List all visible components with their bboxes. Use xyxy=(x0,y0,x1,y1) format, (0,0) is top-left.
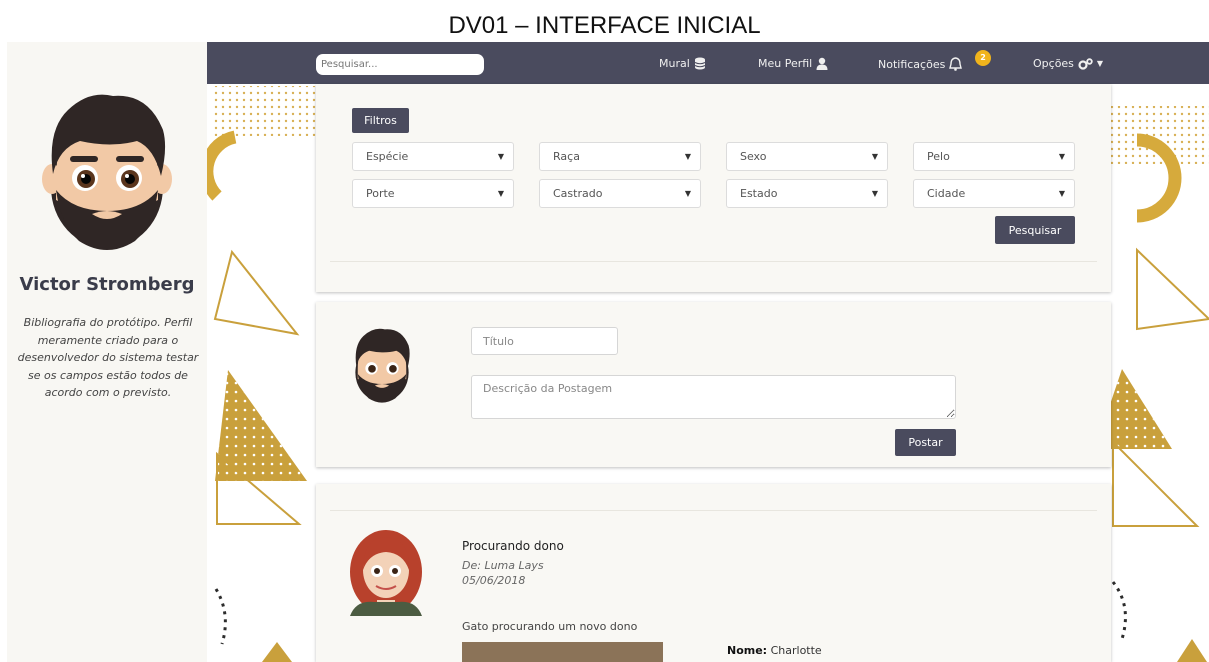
pet-photo[interactable] xyxy=(462,642,663,662)
fur-select-value: Pelo xyxy=(927,150,950,163)
post-button[interactable]: Postar xyxy=(895,429,956,456)
city-select[interactable]: Cidade ▼ xyxy=(913,179,1075,208)
chevron-down-icon: ▼ xyxy=(1058,152,1065,161)
pet-name-line: Nome: Charlotte xyxy=(727,644,822,657)
nav-options-dropdown[interactable]: Opções ▼ xyxy=(1033,57,1103,70)
chevron-down-icon: ▼ xyxy=(871,189,878,198)
breed-select[interactable]: Raça ▼ xyxy=(539,142,701,171)
top-navbar: Mural Meu Perfil Notificações 2 Opções ▼ xyxy=(207,42,1209,84)
post-title: Procurando dono xyxy=(462,539,564,553)
pet-name-value: Charlotte xyxy=(770,644,822,657)
search-input[interactable] xyxy=(316,54,484,75)
species-select[interactable]: Espécie ▼ xyxy=(352,142,514,171)
size-select[interactable]: Porte ▼ xyxy=(352,179,514,208)
chevron-down-icon: ▼ xyxy=(497,189,504,198)
bell-icon xyxy=(949,57,963,71)
nav-my-profile[interactable]: Meu Perfil xyxy=(758,57,828,70)
nav-my-profile-label: Meu Perfil xyxy=(758,57,813,70)
post-author: De: Luma Lays xyxy=(462,559,544,572)
state-select[interactable]: Estado ▼ xyxy=(726,179,888,208)
neutered-select-value: Castrado xyxy=(553,187,603,200)
nav-notifications[interactable]: Notificações xyxy=(878,57,963,71)
new-post-card: Postar xyxy=(316,302,1111,467)
document-title: DV01 – INTERFACE INICIAL xyxy=(448,12,761,39)
divider xyxy=(330,261,1097,262)
size-select-value: Porte xyxy=(366,187,395,200)
neutered-select[interactable]: Castrado ▼ xyxy=(539,179,701,208)
chevron-down-icon: ▼ xyxy=(871,152,878,161)
post-description-textarea[interactable] xyxy=(471,375,956,419)
notification-count-badge: 2 xyxy=(975,50,991,66)
post-date: 05/06/2018 xyxy=(462,574,526,587)
fur-select[interactable]: Pelo ▼ xyxy=(913,142,1075,171)
breed-select-value: Raça xyxy=(553,150,580,163)
filters-button[interactable]: Filtros xyxy=(352,108,409,133)
search-button[interactable]: Pesquisar xyxy=(995,216,1075,244)
post-author-avatar[interactable] xyxy=(346,528,426,616)
city-select-value: Cidade xyxy=(927,187,966,200)
profile-sidebar: Victor Stromberg Bibliografia do protóti… xyxy=(7,42,207,662)
chevron-down-icon: ▼ xyxy=(497,152,504,161)
state-select-value: Estado xyxy=(740,187,778,200)
gears-icon xyxy=(1078,57,1093,70)
profile-avatar[interactable] xyxy=(25,86,189,258)
nav-notifications-label: Notificações xyxy=(878,57,946,71)
post-author-avatar xyxy=(355,328,410,403)
chevron-down-icon: ▼ xyxy=(684,189,691,198)
post-title-input[interactable] xyxy=(471,327,618,355)
user-name: Victor Stromberg xyxy=(19,274,195,295)
sex-select-value: Sexo xyxy=(740,150,767,163)
post-text: Gato procurando um novo dono xyxy=(462,620,638,633)
pet-name-label: Nome: xyxy=(727,644,768,657)
chevron-down-icon: ▼ xyxy=(1058,189,1065,198)
divider xyxy=(330,510,1097,511)
feed-post-card: Procurando dono De: Luma Lays 05/06/2018… xyxy=(316,484,1111,662)
sex-select[interactable]: Sexo ▼ xyxy=(726,142,888,171)
nav-options-label: Opções xyxy=(1033,57,1074,70)
database-icon xyxy=(694,57,706,70)
chevron-down-icon: ▼ xyxy=(1096,59,1104,68)
species-select-value: Espécie xyxy=(366,150,409,163)
user-icon xyxy=(816,57,828,70)
nav-mural[interactable]: Mural xyxy=(659,57,706,70)
user-bio: Bibliografia do protótipo. Perfil merame… xyxy=(17,316,199,399)
filter-card: Filtros Espécie ▼ Raça ▼ Sexo ▼ Pelo ▼ Porte… xyxy=(316,84,1111,292)
chevron-down-icon: ▼ xyxy=(684,152,691,161)
nav-mural-label: Mural xyxy=(659,57,690,70)
